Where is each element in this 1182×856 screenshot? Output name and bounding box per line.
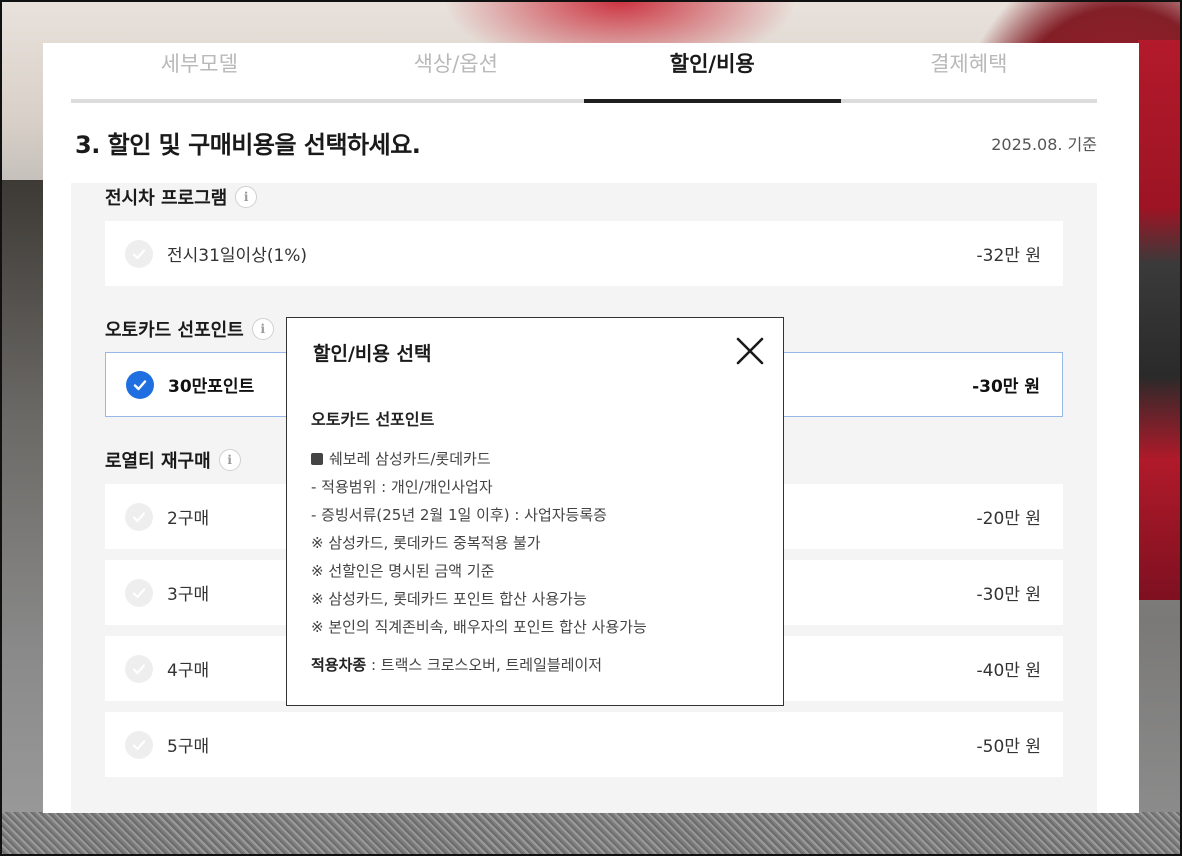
close-icon	[736, 337, 764, 365]
date-basis: 2025.08. 기준	[991, 135, 1097, 154]
modal-line: - 적용범위 : 개인/개인사업자	[311, 478, 493, 496]
check-icon	[126, 370, 154, 399]
section-title-display-car: 전시차 프로그램 i	[105, 184, 258, 210]
option-price: -50만 원	[976, 737, 1041, 757]
info-icon[interactable]: i	[235, 186, 258, 208]
background-car	[1138, 40, 1182, 600]
option-label: 5구매	[167, 737, 210, 757]
section-title-label: 오토카드 선포인트	[105, 320, 244, 341]
step-tabs: 세부모델 색상/옵션 할인/비용 결제혜택	[71, 43, 1097, 103]
discount-info-modal: 할인/비용 선택 오토카드 선포인트 쉐보레 삼성카드/롯데카드 - 적용범위 …	[286, 317, 784, 706]
option-price: -20만 원	[976, 509, 1041, 529]
option-price: -32만 원	[976, 246, 1041, 266]
option-price: -30만 원	[976, 585, 1041, 605]
option-loyalty-5[interactable]: 5구매 -50만 원	[105, 712, 1063, 777]
modal-subtitle: 오토카드 선포인트	[311, 410, 435, 429]
tab-payment-benefits[interactable]: 결제혜택	[841, 43, 1098, 99]
page-title: 3. 할인 및 구매비용을 선택하세요.	[75, 131, 421, 159]
option-price: -40만 원	[976, 661, 1041, 681]
modal-line: ※ 선할인은 명시된 금액 기준	[311, 562, 495, 580]
check-icon	[125, 654, 153, 683]
tab-detail-model[interactable]: 세부모델	[71, 43, 328, 99]
modal-line: ※ 삼성카드, 롯데카드 중복적용 불가	[311, 534, 541, 552]
close-button[interactable]	[735, 336, 765, 366]
modal-line: ※ 본인의 직계존비속, 배우자의 포인트 합산 사용가능	[311, 618, 647, 636]
background-asphalt	[0, 812, 1182, 856]
modal-applicable-models: 적용차종 : 트랙스 크로스오버, 트레일블레이저	[311, 654, 761, 675]
modal-line: - 증빙서류(25년 2월 1일 이후) : 사업자등록증	[311, 506, 607, 524]
option-label: 전시31일이상(1%)	[167, 246, 308, 266]
modal-footer-label: 적용차종	[311, 656, 367, 674]
section-title-label: 전시차 프로그램	[105, 188, 228, 209]
option-display-31days[interactable]: 전시31일이상(1%) -32만 원	[105, 221, 1063, 286]
check-icon	[125, 239, 153, 268]
info-icon[interactable]: i	[251, 318, 274, 340]
square-bullet-icon	[311, 453, 323, 465]
info-icon[interactable]: i	[218, 449, 241, 471]
option-price: -30만 원	[972, 377, 1040, 397]
tab-discount-cost[interactable]: 할인/비용	[584, 43, 841, 103]
check-icon	[125, 730, 153, 759]
check-icon	[125, 578, 153, 607]
modal-line: ※ 삼성카드, 롯데카드 포인트 합산 사용가능	[311, 590, 587, 608]
modal-title: 할인/비용 선택	[313, 343, 432, 365]
modal-body: 오토카드 선포인트 쉐보레 삼성카드/롯데카드 - 적용범위 : 개인/개인사업…	[311, 406, 761, 675]
tab-color-options[interactable]: 색상/옵션	[328, 43, 585, 99]
modal-line-text: 쉐보레 삼성카드/롯데카드	[329, 450, 491, 468]
section-title-autocard: 오토카드 선포인트 i	[105, 316, 274, 342]
check-icon	[125, 502, 153, 531]
section-title-label: 로열티 재구매	[105, 451, 211, 472]
modal-line-card: 쉐보레 삼성카드/롯데카드	[311, 445, 761, 473]
modal-footer-value: : 트랙스 크로스오버, 트레일블레이저	[366, 656, 603, 674]
section-title-loyalty: 로열티 재구매 i	[105, 447, 241, 473]
